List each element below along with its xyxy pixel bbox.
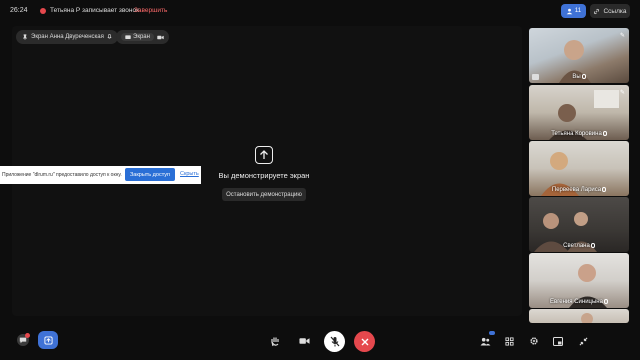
pin-icon[interactable]: ✎ [620, 32, 625, 39]
participant-name: Первеева Лариса [529, 187, 629, 193]
participant-tile[interactable]: Первеева Лариса [529, 141, 629, 196]
top-bar: 26:24 Тетьяна Р записывает звонок Заверш… [0, 0, 640, 24]
hide-notice-link[interactable]: Скрыть [180, 171, 199, 177]
participants-toolbar-button[interactable] [478, 331, 495, 348]
mic-icon [581, 74, 586, 79]
picture-in-picture-button[interactable] [551, 334, 565, 348]
gear-icon [530, 337, 538, 345]
mic-icon [590, 243, 595, 248]
call-timer: 26:24 [10, 7, 28, 14]
pip-icon [553, 336, 563, 346]
link-icon [594, 8, 600, 14]
mic-icon [602, 131, 607, 136]
participant-tile[interactable]: Евгения Синицына [529, 253, 629, 308]
unread-dot [25, 333, 30, 338]
close-icon [361, 338, 368, 345]
pin-icon [22, 34, 28, 40]
people-icon [566, 8, 573, 14]
mic-icon [107, 34, 112, 39]
participants-count: 11 [574, 8, 582, 14]
people-icon [480, 337, 490, 346]
end-call-button[interactable] [354, 331, 375, 352]
screen-icon [125, 34, 131, 39]
camera-button[interactable] [297, 334, 311, 348]
participants-badge [489, 331, 495, 335]
screen-share-button[interactable] [38, 331, 58, 349]
fullscreen-button[interactable] [576, 334, 590, 348]
participant-tile[interactable]: ✎ Тетьяна Коровина [529, 85, 629, 140]
recording-icon [40, 8, 46, 14]
participant-tile[interactable]: ✎ Вы [529, 28, 629, 83]
mic-off-icon [330, 336, 339, 347]
mic-icon [602, 187, 607, 192]
share-title: Вы демонстрируете экран [218, 171, 310, 180]
participant-name: Тетьяна Коровина [529, 131, 629, 137]
raise-hand-button[interactable] [268, 334, 282, 348]
video-icon [298, 338, 310, 344]
upload-arrow-icon [255, 146, 273, 164]
grid-icon [504, 336, 514, 346]
settings-button[interactable] [527, 334, 541, 348]
copy-link-button[interactable]: Ссылка [590, 4, 630, 18]
collapse-icon [579, 337, 587, 345]
share-screen-icon [43, 335, 53, 345]
participant-tile[interactable]: Светлана [529, 197, 629, 252]
stop-sharing-button[interactable]: Остановить демонстрацию [222, 188, 306, 201]
microphone-button[interactable] [324, 331, 345, 352]
screen-share-status: Вы демонстрируете экран Остановить демон… [212, 146, 316, 201]
grid-view-button[interactable] [502, 334, 516, 348]
chat-button[interactable] [17, 333, 30, 346]
screen-toggle-pill[interactable]: Экран [116, 30, 169, 44]
bottom-toolbar [0, 322, 640, 360]
close-access-button[interactable]: Закрыть доступ [125, 168, 175, 181]
screen-share-pill[interactable]: Экран Анна Двуреченская [16, 30, 118, 44]
notice-text: Приложение "dlrum.ru" предоставило досту… [2, 172, 122, 178]
participant-video [581, 313, 593, 323]
share-access-notice: Приложение "dlrum.ru" предоставило досту… [0, 166, 201, 184]
screen-share-label: Экран Анна Двуреченская [31, 34, 104, 40]
screen-toggle-active[interactable]: Экран [121, 33, 154, 41]
stop-recording-link[interactable]: Завершить [134, 7, 167, 14]
recording-status: Тетьяна Р записывает звонок [50, 7, 139, 14]
participants-button[interactable]: 11 [561, 4, 586, 18]
participant-tile[interactable] [529, 309, 629, 323]
mic-icon [603, 299, 608, 304]
video-call-app: 26:24 Тетьяна Р записывает звонок Заверш… [0, 0, 640, 360]
camera-icon [157, 35, 164, 39]
participant-name: Евгения Синицына [529, 299, 629, 305]
screen-toggle-label: Экран [133, 34, 150, 40]
pin-icon[interactable]: ✎ [620, 89, 625, 96]
link-label: Ссылка [603, 7, 627, 15]
participant-name: Светлана [529, 243, 629, 249]
participant-name: Вы [529, 74, 629, 80]
hand-icon [271, 337, 279, 346]
